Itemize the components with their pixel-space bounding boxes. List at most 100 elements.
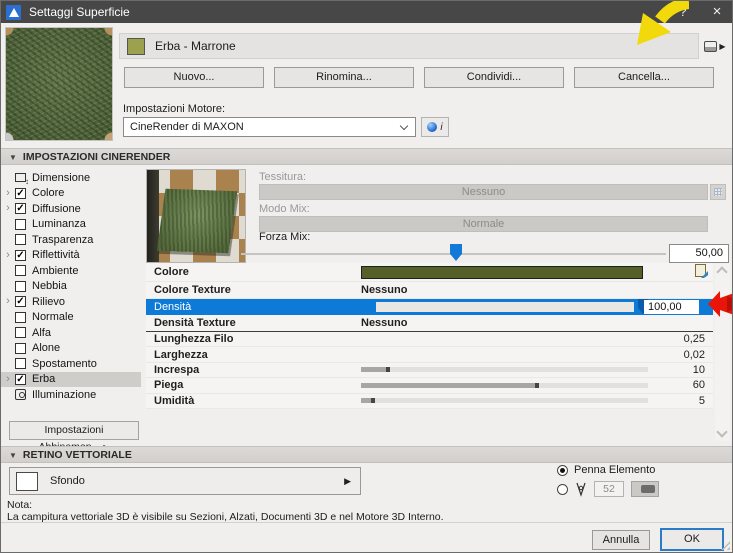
tree-item-alfa[interactable]: Alfa — [1, 325, 141, 341]
collapse-triangle-icon: ▼ — [9, 153, 17, 162]
channel-checkbox[interactable]: ✓ — [15, 374, 26, 385]
channel-checkbox[interactable]: ✓ — [15, 203, 26, 214]
titlebar[interactable]: Settaggi Superficie ? × — [1, 1, 733, 23]
tree-item-ambiente[interactable]: Ambiente — [1, 263, 141, 279]
channel-checkbox[interactable] — [15, 234, 26, 245]
engine-selected-value: CineRender di MAXON — [130, 121, 244, 133]
tree-item-alone[interactable]: Alone — [1, 341, 141, 357]
tessitura-browse-button[interactable] — [710, 184, 726, 200]
pen-nib-icon — [575, 482, 587, 497]
modo-mix-label: Modo Mix: — [259, 203, 310, 215]
prop-value-number[interactable]: 10 — [693, 364, 705, 376]
tree-item-erba[interactable]: ›✓Erba — [1, 372, 141, 388]
expander-icon[interactable]: › — [1, 250, 15, 261]
forza-mix-value-field[interactable]: 50,00 — [669, 244, 729, 263]
tree-item-diffusione[interactable]: ›✓ Diffusione — [1, 201, 141, 217]
tree-item-nebbia[interactable]: Nebbia — [1, 279, 141, 295]
channel-checkbox[interactable] — [15, 281, 26, 292]
prop-value-number[interactable]: 60 — [693, 379, 705, 391]
panel-scrollbar[interactable] — [715, 263, 730, 441]
close-button[interactable]: × — [702, 1, 732, 23]
match-settings-button[interactable]: Impostazioni Abbinamen...▶ — [9, 421, 139, 440]
channel-checkbox[interactable] — [15, 358, 26, 369]
color-swatch-bar[interactable] — [361, 266, 643, 279]
prop-row-umidità[interactable]: Umidità5 — [146, 394, 713, 409]
prop-row-lunghezza-filo[interactable]: Lunghezza Filo 0,25 — [146, 332, 713, 347]
tree-item-label: Riflettività — [32, 249, 80, 261]
expander-icon[interactable]: › — [1, 374, 15, 385]
sfondo-combo[interactable]: Sfondo ▶ — [9, 467, 361, 495]
forza-mix-slider-handle[interactable] — [450, 244, 462, 261]
channel-checkbox[interactable]: ✓ — [15, 296, 26, 307]
tree-item-trasparenza[interactable]: Trasparenza — [1, 232, 141, 248]
prop-row-colore[interactable]: Colore — [146, 263, 713, 282]
tree-item-label: Diffusione — [32, 203, 81, 215]
tree-item-spostamento[interactable]: Spostamento — [1, 356, 141, 372]
surface-name-selector[interactable]: Erba - Marrone — [119, 33, 699, 59]
prop-slider-track[interactable] — [361, 383, 648, 388]
prop-label: Lunghezza Filo — [146, 333, 233, 345]
engine-select[interactable]: CineRender di MAXON — [123, 117, 416, 137]
expander-icon[interactable]: › — [1, 203, 15, 214]
rinomina-button[interactable]: Rinomina... — [274, 67, 414, 88]
scroll-up-icon[interactable] — [716, 266, 727, 277]
channel-checkbox[interactable] — [15, 219, 26, 230]
condividi-button[interactable]: Condividi... — [424, 67, 564, 88]
help-button[interactable]: ? — [668, 1, 698, 23]
prop-row-densità[interactable]: Densità100,00 — [146, 299, 713, 315]
tree-item-luminanza[interactable]: Luminanza — [1, 217, 141, 233]
tessitura-value-bar[interactable]: Nessuno — [259, 184, 708, 200]
pen-color-preview-button[interactable] — [631, 481, 659, 497]
densita-slider-track[interactable] — [376, 302, 634, 312]
prop-row-increspa[interactable]: Increspa10 — [146, 363, 713, 378]
collapse-triangle-icon: ▼ — [9, 451, 17, 460]
channel-checkbox[interactable]: ✓ — [15, 188, 26, 199]
prop-value-number[interactable]: 0,02 — [684, 349, 705, 361]
expander-icon[interactable]: › — [1, 296, 15, 307]
tree-item-rilievo[interactable]: ›✓Rilievo — [1, 294, 141, 310]
engine-info-button[interactable]: i — [421, 117, 449, 137]
prop-slider-track[interactable] — [361, 367, 648, 372]
prop-row-piega[interactable]: Piega60 — [146, 378, 713, 393]
custom-pen-radio[interactable] — [557, 484, 568, 495]
annulla-button[interactable]: Annulla — [592, 530, 650, 550]
scroll-down-icon[interactable] — [716, 426, 727, 437]
tree-item-label: Colore — [32, 187, 64, 199]
info-icon: i — [440, 122, 442, 133]
tree-item-label: Luminanza — [32, 218, 86, 230]
nuovo-button[interactable]: Nuovo... — [124, 67, 264, 88]
prop-row-larghezza[interactable]: Larghezza0,02 — [146, 347, 713, 362]
expander-icon[interactable]: › — [1, 188, 15, 199]
prop-row-densità-texture[interactable]: Densità TextureNessuno — [146, 315, 713, 332]
tree-item-riflettività[interactable]: ›✓ Riflettività — [1, 248, 141, 264]
densita-value-field[interactable]: 100,00 — [644, 300, 699, 314]
cinerender-section-header[interactable]: ▼IMPOSTAZIONI CINERENDER — [1, 148, 733, 165]
tree-item-illuminazione[interactable]: Illuminazione — [1, 387, 141, 403]
texture-preview-menu-button[interactable]: ▶ — [701, 35, 729, 57]
prop-slider-fill — [361, 398, 375, 403]
prop-slider-track[interactable] — [361, 398, 648, 403]
channel-checkbox[interactable] — [15, 327, 26, 338]
prop-row-colore-texture[interactable]: Colore TextureNessuno — [146, 282, 713, 299]
pen-number-field[interactable]: 52 — [594, 481, 624, 497]
channel-checkbox[interactable] — [15, 312, 26, 323]
color-picker-icon[interactable] — [695, 264, 711, 279]
channel-checkbox[interactable] — [15, 343, 26, 354]
prop-slider-fill — [361, 367, 390, 372]
prop-value-number[interactable]: 0,25 — [684, 333, 705, 345]
combo-arrow-icon: ▶ — [344, 476, 351, 487]
channel-checkbox[interactable] — [15, 265, 26, 276]
prop-value-number[interactable]: 5 — [699, 395, 705, 407]
penna-elemento-radio[interactable] — [557, 465, 568, 476]
cancella-button[interactable]: Cancella... — [574, 67, 714, 88]
tree-item-label: Spostamento — [32, 358, 97, 370]
tree-item-dimensione[interactable]: Dimensione — [1, 170, 141, 186]
ok-button[interactable]: OK — [660, 528, 724, 551]
channel-checkbox[interactable]: ✓ — [15, 250, 26, 261]
tree-item-colore[interactable]: ›✓ Colore — [1, 186, 141, 202]
tree-item-normale[interactable]: Normale — [1, 310, 141, 326]
surface-settings-dialog: Settaggi Superficie ? × Erba - Marrone ▶… — [0, 0, 733, 553]
tessitura-label: Tessitura: — [259, 171, 306, 183]
retino-section-header[interactable]: ▼RETINO VETTORIALE — [1, 446, 733, 463]
modo-mix-value-bar[interactable]: Normale — [259, 216, 708, 232]
